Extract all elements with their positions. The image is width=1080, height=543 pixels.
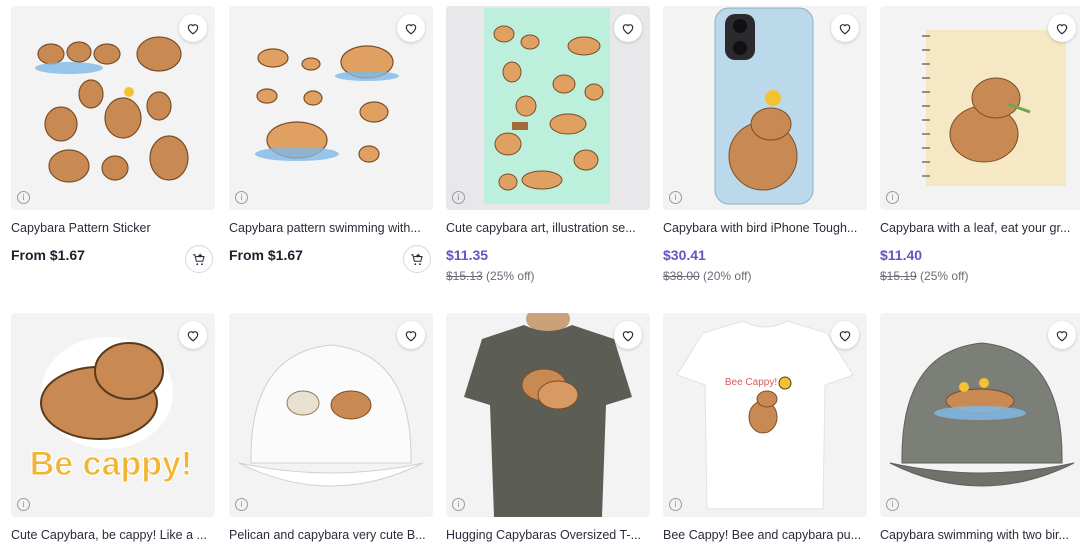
heart-icon — [839, 330, 851, 341]
info-icon[interactable]: i — [452, 191, 465, 204]
product-card[interactable]: i Hugging Capybaras Oversized T-... — [446, 313, 650, 542]
product-title[interactable]: Pelican and capybara very cute B... — [229, 528, 433, 542]
info-icon[interactable]: i — [235, 498, 248, 511]
favorite-button[interactable] — [397, 321, 425, 349]
product-image[interactable]: i — [446, 313, 650, 517]
product-image[interactable]: i — [11, 6, 215, 210]
product-image[interactable]: Bee Cappy! i — [663, 313, 867, 517]
product-image[interactable]: i — [880, 313, 1080, 517]
favorite-button[interactable] — [179, 321, 207, 349]
product-image[interactable]: i — [663, 6, 867, 210]
add-to-cart-button[interactable] — [403, 245, 431, 273]
product-title[interactable]: Cute capybara art, illustration se... — [446, 221, 650, 235]
product-card[interactable]: i Capybara pattern swimming with... From… — [229, 6, 433, 273]
product-title[interactable]: Bee Cappy! Bee and capybara pu... — [663, 528, 867, 542]
sale-price: $11.35 — [446, 247, 489, 263]
info-icon[interactable]: i — [669, 498, 682, 511]
product-title[interactable]: Hugging Capybaras Oversized T-... — [446, 528, 650, 542]
product-card[interactable]: i Capybara with a leaf, eat your gr... $… — [880, 6, 1080, 283]
original-price: $38.00 — [663, 269, 700, 283]
heart-icon — [187, 330, 199, 341]
sale-price: $11.40 — [880, 247, 923, 263]
product-image[interactable]: i — [880, 6, 1080, 210]
product-card[interactable]: i Cute capybara art, illustration se... … — [446, 6, 650, 283]
product-card[interactable]: Be cappy! i Cute Capybara, be cappy! Lik… — [11, 313, 215, 542]
favorite-button[interactable] — [614, 14, 642, 42]
product-image[interactable]: i — [446, 6, 650, 210]
info-icon[interactable]: i — [17, 191, 30, 204]
product-title[interactable]: Capybara with a leaf, eat your gr... — [880, 221, 1080, 235]
favorite-button[interactable] — [614, 321, 642, 349]
product-image[interactable]: Be cappy! i — [11, 313, 215, 517]
favorite-button[interactable] — [1048, 14, 1076, 42]
product-price: From $1.67 — [11, 247, 85, 263]
product-title[interactable]: Capybara Pattern Sticker — [11, 221, 215, 235]
favorite-button[interactable] — [397, 14, 425, 42]
info-icon[interactable]: i — [17, 498, 30, 511]
product-image[interactable]: i — [229, 6, 433, 210]
product-title[interactable]: Capybara with bird iPhone Tough... — [663, 221, 867, 235]
favorite-button[interactable] — [831, 14, 859, 42]
heart-icon — [405, 330, 417, 341]
sale-price: $30.41 — [663, 247, 706, 263]
product-card[interactable]: i Pelican and capybara very cute B... — [229, 313, 433, 542]
info-icon[interactable]: i — [886, 191, 899, 204]
discount-label: (25% off) — [486, 269, 535, 283]
product-grid: i Capybara Pattern Sticker From $1.67 i … — [0, 0, 1080, 543]
product-card[interactable]: i Capybara Pattern Sticker From $1.67 — [11, 6, 215, 273]
favorite-button[interactable] — [1048, 321, 1076, 349]
info-icon[interactable]: i — [886, 498, 899, 511]
product-card[interactable]: i Capybara swimming with two bir... — [880, 313, 1080, 542]
add-to-cart-icon — [193, 253, 205, 265]
product-card[interactable]: Bee Cappy! i Bee Cappy! Bee and capybara… — [663, 313, 867, 542]
original-price: $15.13 — [446, 269, 483, 283]
product-title[interactable]: Capybara swimming with two bir... — [880, 528, 1080, 542]
favorite-button[interactable] — [831, 321, 859, 349]
info-icon[interactable]: i — [669, 191, 682, 204]
add-to-cart-button[interactable] — [185, 245, 213, 273]
product-title[interactable]: Cute Capybara, be cappy! Like a ... — [11, 528, 215, 542]
info-icon[interactable]: i — [452, 498, 465, 511]
heart-icon — [187, 23, 199, 34]
heart-icon — [622, 23, 634, 34]
sticker-text: Be cappy! — [30, 445, 193, 483]
info-icon[interactable]: i — [235, 191, 248, 204]
heart-icon — [622, 330, 634, 341]
heart-icon — [405, 23, 417, 34]
discount-label: (25% off) — [920, 269, 969, 283]
heart-icon — [1056, 23, 1068, 34]
shirt-print-text: Bee Cappy! — [725, 377, 777, 388]
product-title[interactable]: Capybara pattern swimming with... — [229, 221, 433, 235]
product-image[interactable]: i — [229, 313, 433, 517]
product-price: From $1.67 — [229, 247, 303, 263]
discount-label: (20% off) — [703, 269, 752, 283]
add-to-cart-icon — [411, 253, 423, 265]
favorite-button[interactable] — [179, 14, 207, 42]
original-price: $15.19 — [880, 269, 917, 283]
heart-icon — [1056, 330, 1068, 341]
product-card[interactable]: i Capybara with bird iPhone Tough... $30… — [663, 6, 867, 283]
heart-icon — [839, 23, 851, 34]
